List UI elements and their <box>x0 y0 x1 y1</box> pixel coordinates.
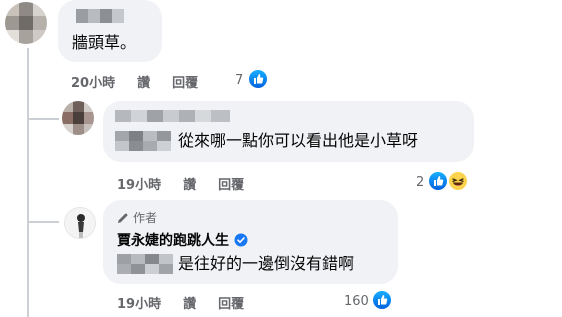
timestamp[interactable]: 19小時 <box>117 293 161 312</box>
like-button[interactable]: 讚 <box>137 72 150 91</box>
avatar[interactable] <box>62 101 94 135</box>
reply-button[interactable]: 回覆 <box>218 293 244 312</box>
comment-text: 從來哪一點你可以看出他是小草呀 <box>178 131 419 150</box>
like-icon[interactable] <box>371 289 393 311</box>
mention-blurred[interactable] <box>117 254 173 274</box>
author-badge: 作者 <box>117 209 157 226</box>
like-button[interactable]: 讚 <box>183 293 196 312</box>
verified-badge-icon <box>234 233 248 247</box>
avatar[interactable] <box>5 2 47 44</box>
comment-text: 是往好的一邊倒沒有錯啊 <box>178 254 355 273</box>
like-icon[interactable] <box>427 170 449 192</box>
mention-blurred[interactable] <box>115 131 171 151</box>
like-button[interactable]: 讚 <box>183 174 196 193</box>
comment-actions: 19小時 讚 回覆 <box>117 293 244 312</box>
comment-text: 牆頭草。 <box>72 33 137 52</box>
thread-branch-2 <box>29 221 59 223</box>
timestamp[interactable]: 20小時 <box>71 72 115 91</box>
timestamp[interactable]: 19小時 <box>117 174 161 193</box>
commenter-name-blurred[interactable] <box>115 110 230 122</box>
thread-line-main <box>27 48 29 317</box>
like-icon[interactable] <box>247 68 269 90</box>
reply-button[interactable]: 回覆 <box>172 72 198 91</box>
avatar[interactable] <box>64 207 96 239</box>
haha-icon[interactable] <box>447 170 469 192</box>
reaction-count[interactable]: 7 <box>235 73 243 88</box>
pencil-icon <box>118 213 128 223</box>
thread-branch-1 <box>29 118 59 120</box>
commenter-name-blurred[interactable] <box>76 9 124 23</box>
reaction-count[interactable]: 2 <box>416 175 424 190</box>
author-name[interactable]: 賈永婕的跑跳人生 <box>117 230 248 250</box>
reaction-count[interactable]: 160 <box>344 294 369 309</box>
comment-actions: 19小時 讚 回覆 <box>117 174 244 193</box>
comment-actions: 20小時 讚 回覆 <box>71 72 198 91</box>
author-name-label[interactable]: 賈永婕的跑跳人生 <box>117 230 229 250</box>
author-badge-label: 作者 <box>133 211 158 225</box>
reply-button[interactable]: 回覆 <box>218 174 244 193</box>
